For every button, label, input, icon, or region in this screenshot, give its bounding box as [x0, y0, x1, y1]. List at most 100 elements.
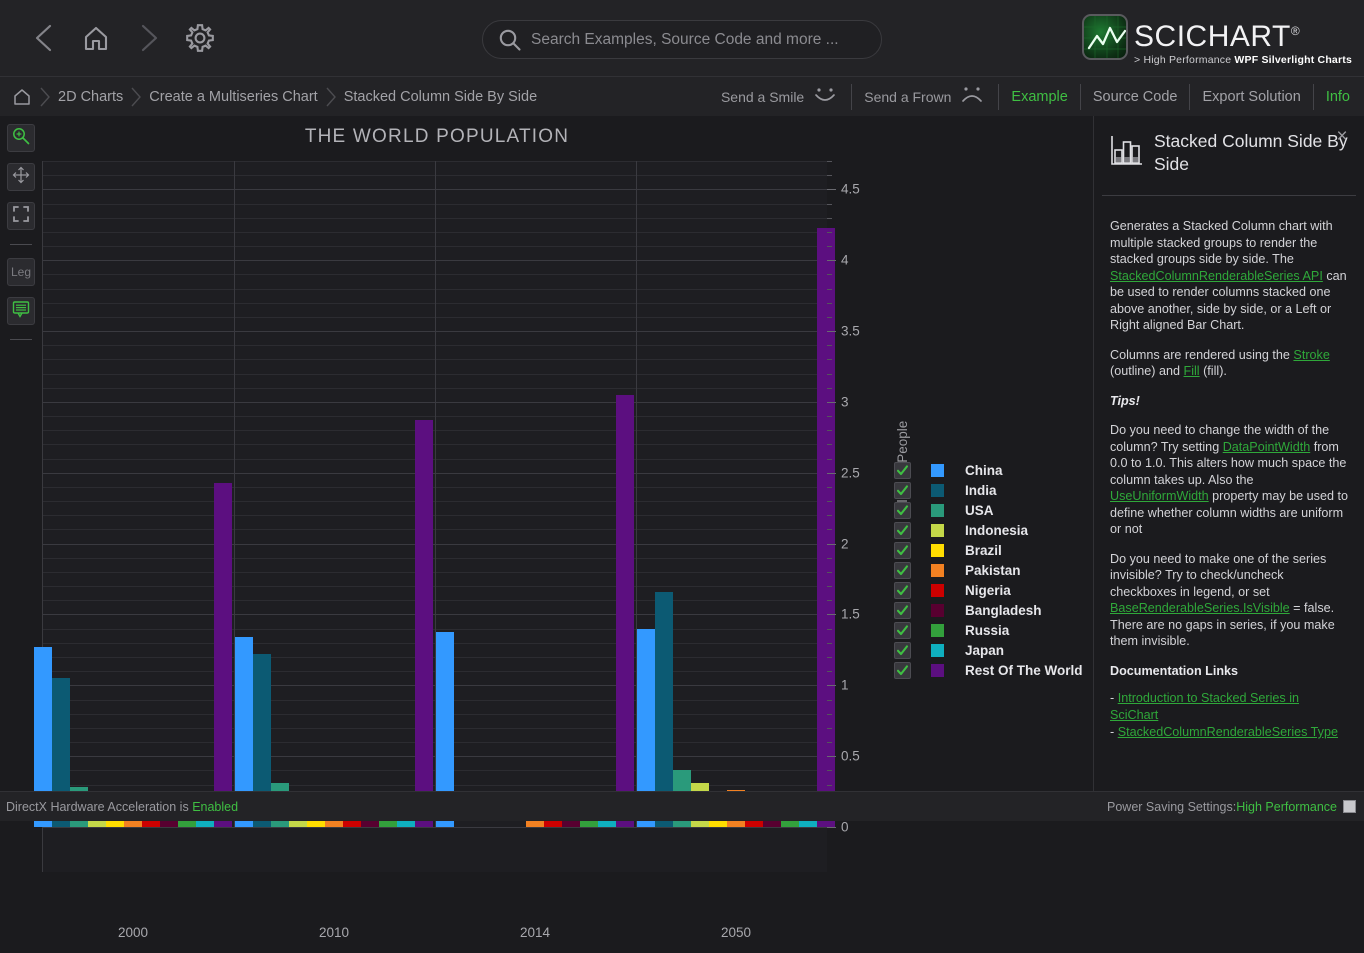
chart-legend[interactable]: China India USA Indonesia Brazil Pakistan Nige…	[894, 460, 1083, 680]
breadcrumb-item-2[interactable]: Stacked Column Side By Side	[340, 89, 541, 105]
tab-export-solution[interactable]: Export Solution	[1190, 84, 1314, 110]
legend-checkbox[interactable]	[894, 521, 911, 539]
info-p2-b: (outline) and	[1110, 364, 1184, 378]
legend-color-swatch	[931, 523, 944, 537]
tab-example[interactable]: Example	[999, 84, 1081, 110]
send-a-smile-button[interactable]: Send a Smile	[709, 84, 853, 110]
info-p4-a: Do you need to make one of the series in…	[1110, 551, 1327, 599]
send-a-frown-button[interactable]: Send a Frown	[852, 84, 1000, 110]
link-stroke[interactable]: Stroke	[1293, 348, 1329, 362]
legend-row[interactable]: Rest Of The World	[894, 660, 1083, 680]
info-panel: Stacked Column Side By Side × Generates …	[1093, 116, 1364, 791]
home-icon[interactable]	[74, 16, 118, 60]
zoom-extents-button[interactable]	[7, 202, 35, 230]
check-icon	[896, 524, 909, 535]
breadcrumb-bar: 2D Charts Create a Multiseries Chart Sta…	[0, 76, 1364, 116]
legend-row[interactable]: India	[894, 480, 1083, 500]
y-axis-tickmark	[827, 756, 836, 758]
legend-row[interactable]: Bangladesh	[894, 600, 1083, 620]
legend-row[interactable]: Indonesia	[894, 520, 1083, 540]
y-axis-tick-label: 1.5	[841, 606, 860, 622]
legend-checkbox[interactable]	[894, 601, 911, 619]
legend-color-swatch	[931, 623, 944, 637]
logo-tagline-bold: WPF Silverlight Charts	[1234, 54, 1352, 66]
y-axis-tickmark	[827, 827, 836, 828]
breadcrumb-item-1[interactable]: Create a Multiseries Chart	[145, 89, 321, 105]
link-useuniformwidth[interactable]: UseUniformWidth	[1110, 489, 1209, 503]
forward-arrow-icon[interactable]	[126, 16, 170, 60]
legend-row[interactable]: Pakistan	[894, 560, 1083, 580]
legend-row[interactable]: Russia	[894, 620, 1083, 640]
breadcrumb-actions: Send a Smile Send a Frown Example Source…	[709, 77, 1364, 117]
search-box[interactable]	[482, 20, 882, 59]
navigation-icon-group	[0, 16, 222, 60]
link-intro-stacked-series[interactable]: Introduction to Stacked Series in SciCha…	[1110, 691, 1299, 722]
link-fill[interactable]: Fill	[1184, 364, 1200, 378]
logo-name-text: SCICHART	[1134, 20, 1291, 53]
link-baserenderableseries-isvisible[interactable]: BaseRenderableSeries.IsVisible	[1110, 601, 1290, 615]
link-datapointwidth[interactable]: DataPointWidth	[1223, 440, 1311, 454]
power-settings-button[interactable]	[1343, 800, 1356, 813]
check-icon	[896, 464, 909, 475]
check-icon	[896, 484, 909, 495]
legend-row[interactable]: Japan	[894, 640, 1083, 660]
legend-row[interactable]: Nigeria	[894, 580, 1083, 600]
gear-icon[interactable]	[178, 16, 222, 60]
top-toolbar: SCICHART® > High Performance WPF Silverl…	[0, 0, 1364, 76]
breadcrumb-item-0[interactable]: 2D Charts	[54, 89, 127, 105]
legend-checkbox[interactable]	[894, 461, 911, 479]
link-stackedcolumnrenderableseries-api[interactable]: StackedColumnRenderableSeries API	[1110, 269, 1323, 283]
legend-row[interactable]: China	[894, 460, 1083, 480]
y-axis-tick-label: 3.5	[841, 323, 860, 339]
documentation-links-heading: Documentation Links	[1110, 663, 1239, 678]
tab-source-code[interactable]: Source Code	[1081, 84, 1191, 110]
info-paragraph-1: Generates a Stacked Column chart with mu…	[1110, 218, 1348, 334]
legend-checkbox[interactable]	[894, 481, 911, 499]
legend-checkbox[interactable]	[894, 641, 911, 659]
y-axis-tickmark	[827, 331, 836, 332]
bar[interactable]	[415, 420, 433, 827]
y-axis-tickmark	[827, 685, 836, 687]
back-arrow-icon[interactable]	[22, 16, 66, 60]
legend-checkbox[interactable]	[894, 661, 911, 679]
link-stackedcolumnrenderableseries-type[interactable]: StackedColumnRenderableSeries Type	[1118, 725, 1338, 739]
stacked-column-chart-icon	[1110, 133, 1144, 167]
y-axis-tickmark	[827, 359, 832, 361]
legend-toggle-button[interactable]: Leg	[7, 258, 35, 286]
logo-text: SCICHART® > High Performance WPF Silverl…	[1134, 14, 1352, 67]
legend-checkbox[interactable]	[894, 561, 911, 579]
y-axis[interactable]: billion of People 00.511.522.533.544.5	[827, 161, 910, 872]
send-a-frown-label: Send a Frown	[864, 89, 952, 105]
y-axis-tickmark	[827, 175, 832, 177]
legend-checkbox[interactable]	[894, 501, 911, 519]
search-input[interactable]	[531, 30, 861, 49]
legend-label: Rest Of The World	[965, 662, 1083, 678]
y-axis-tickmark	[827, 260, 836, 262]
bar[interactable]	[616, 394, 634, 827]
bar[interactable]	[214, 482, 232, 827]
power-saving-label: Power Saving Settings:	[1107, 799, 1237, 814]
tab-info[interactable]: Info	[1314, 84, 1364, 110]
legend-color-swatch	[931, 503, 944, 517]
legend-checkbox[interactable]	[894, 581, 911, 599]
y-axis-tickmark	[827, 430, 832, 432]
pan-tool-button[interactable]	[7, 163, 35, 191]
zoom-tool-button[interactable]	[7, 124, 35, 152]
legend-label: Nigeria	[965, 582, 1011, 598]
info-p2-a: Columns are rendered using the	[1110, 347, 1294, 362]
tooltip-icon	[11, 299, 31, 324]
y-axis-tickmark	[827, 713, 832, 715]
rollover-tooltip-button[interactable]	[7, 297, 35, 325]
legend-row[interactable]: Brazil	[894, 540, 1083, 560]
breadcrumb-home-icon[interactable]	[8, 87, 36, 107]
plot-area[interactable]: 2000 2010 2014 2050	[34, 161, 835, 940]
documentation-link-row: - StackedColumnRenderableSeries Type	[1110, 725, 1338, 739]
directx-status-label: DirectX Hardware Acceleration is	[6, 799, 193, 814]
y-axis-tickmark	[827, 472, 836, 474]
y-axis-tickmark	[827, 401, 836, 403]
legend-checkbox[interactable]	[894, 541, 911, 559]
info-paragraph-4: Do you need to make one of the series in…	[1110, 551, 1348, 650]
legend-row[interactable]: USA	[894, 500, 1083, 520]
close-icon[interactable]: ×	[1332, 127, 1352, 147]
legend-checkbox[interactable]	[894, 621, 911, 639]
